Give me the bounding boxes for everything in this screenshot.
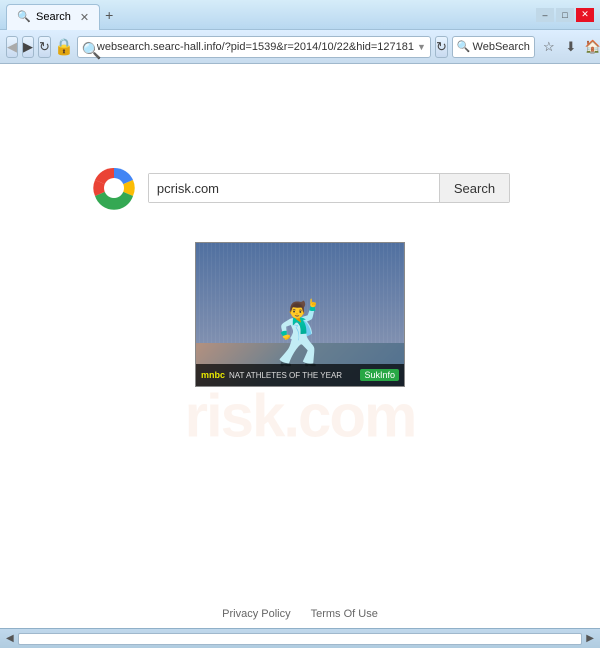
websearch-icon: 🔍 [457,40,471,53]
forward-button[interactable]: ▶ [22,36,34,58]
refresh-button[interactable]: ↻ [38,36,51,58]
download-icon[interactable]: ⬇ [561,37,581,57]
tab-label: Search [36,11,71,23]
minimize-button[interactable]: – [536,8,554,22]
close-button[interactable]: ✕ [576,8,594,22]
websearch-input-text: WebSearch [473,41,530,53]
search-input-wrap: Search [148,173,510,203]
watermark-text: risk.com [185,382,416,451]
video-bar-title: NAT ATHLETES OF THE YEAR [229,371,356,380]
extra-nav-buttons: ☆ ⬇ 🏠 👤 ≡ [539,37,600,57]
scrollbar-track[interactable] [18,633,583,645]
home-icon[interactable]: 🏠 [583,37,600,57]
refresh2-icon: ↻ [436,39,447,55]
lock-icon: 🔒 [55,36,73,58]
bookmark-icon[interactable]: ☆ [539,37,559,57]
scroll-right-button[interactable]: ▶ [586,633,594,644]
nav-bar: ◀ ▶ ↻ 🔒 🔍 websearch.searc-hall.info/?pid… [0,30,600,64]
refresh-after-address[interactable]: ↻ [435,36,448,58]
scroll-left-button[interactable]: ◀ [6,633,14,644]
dancer-silhouette: 🕺 [263,304,338,364]
refresh-icon: ↻ [39,39,50,55]
search-submit-button[interactable]: Search [439,174,509,202]
address-favicon: 🔍 [82,41,94,53]
tab-close-button[interactable]: ✕ [80,11,89,24]
title-bar: 🔍 Search ✕ + – □ ✕ [0,0,600,30]
active-tab[interactable]: 🔍 Search ✕ [6,4,100,30]
video-thumbnail[interactable]: 🕺 ▶ mnbc NAT ATHLETES OF THE YEAR SukInf… [195,242,405,387]
search-main-input[interactable] [149,174,439,202]
search-section: Search [90,164,510,212]
terms-of-use-link[interactable]: Terms Of Use [311,608,378,620]
window-controls: – □ ✕ [536,8,594,22]
video-bar: mnbc NAT ATHLETES OF THE YEAR SukInfo [196,364,404,386]
address-dropdown-icon[interactable]: ▼ [417,42,426,52]
address-text: websearch.searc-hall.info/?pid=1539&r=20… [97,41,414,53]
video-bar-logo: mnbc [201,370,225,380]
forward-icon: ▶ [23,39,33,55]
browser-content: 🔍 risk.com Search [0,64,600,628]
privacy-policy-link[interactable]: Privacy Policy [222,608,290,620]
back-icon: ◀ [7,39,17,55]
browser-search-bar[interactable]: 🔍 WebSearch [452,36,535,58]
new-tab-button[interactable]: + [100,5,118,25]
back-button[interactable]: ◀ [6,36,18,58]
footer: Privacy Policy Terms Of Use [0,608,600,620]
search-logo [90,164,138,212]
address-bar[interactable]: 🔍 websearch.searc-hall.info/?pid=1539&r=… [77,36,431,58]
video-bar-badge: SukInfo [360,369,399,381]
tab-favicon: 🔍 [17,10,31,24]
status-bar: ◀ ▶ [0,628,600,648]
maximize-button[interactable]: □ [556,8,574,22]
tab-strip: 🔍 Search ✕ + [6,0,532,30]
